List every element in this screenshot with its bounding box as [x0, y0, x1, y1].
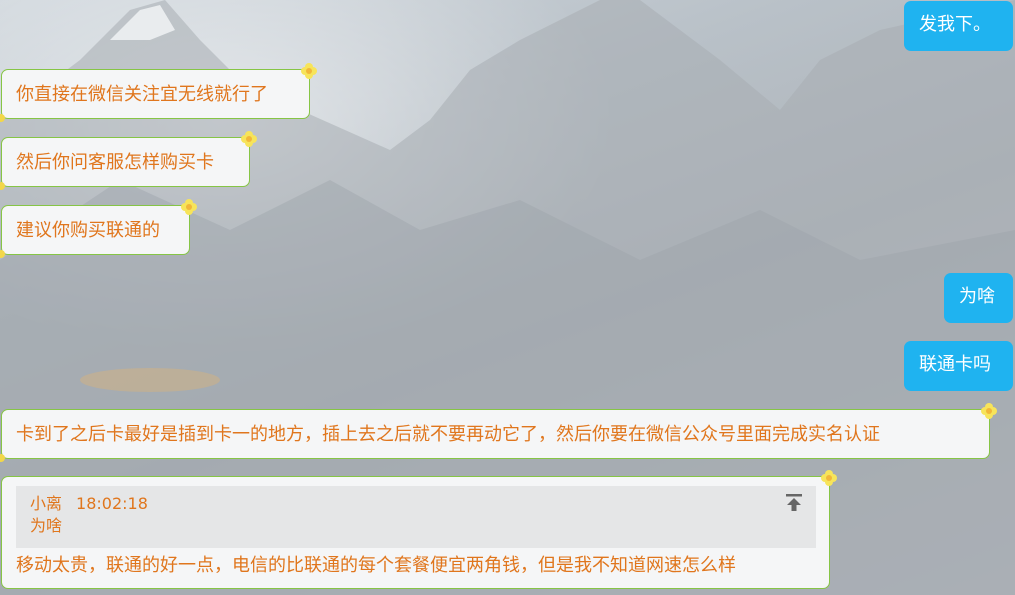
incoming-message[interactable]: 建议你购买联通的: [0, 199, 197, 258]
incoming-message[interactable]: 你直接在微信关注宜无线就行了: [0, 63, 317, 122]
flower-bud-icon: [0, 454, 5, 462]
quote-text: 为啥: [30, 516, 63, 535]
incoming-reply-message[interactable]: 小离 18:02:18 为啥 移动太贵，联通的好一点，电信的比联通的每个套餐便宜两…: [1, 470, 837, 589]
outgoing-message[interactable]: 为啥: [944, 273, 1013, 323]
outgoing-message[interactable]: 联通卡吗: [904, 341, 1013, 391]
message-text: 联通卡吗: [919, 354, 991, 375]
message-text: 为啥: [959, 286, 995, 307]
flower-icon: [301, 63, 317, 79]
quote-sender: 小离: [30, 494, 63, 513]
flower-bud-icon: [0, 114, 5, 122]
quote-meta: 小离 18:02:18: [30, 493, 802, 515]
message-text: 你直接在微信关注宜无线就行了: [16, 84, 268, 105]
quote-time: 18:02:18: [76, 494, 148, 513]
pin-to-top-icon[interactable]: [786, 494, 802, 512]
outgoing-message[interactable]: 发我下。: [904, 1, 1013, 51]
message-text: 然后你问客服怎样购买卡: [16, 152, 214, 173]
flower-icon: [821, 470, 837, 486]
flower-icon: [181, 199, 197, 215]
incoming-message[interactable]: 然后你问客服怎样购买卡: [0, 131, 257, 190]
flower-bud-icon: [0, 182, 5, 190]
message-text: 卡到了之后卡最好是插到卡一的地方，插上去之后就不要再动它了，然后你要在微信公众号…: [16, 424, 880, 445]
quoted-message[interactable]: 小离 18:02:18 为啥: [16, 486, 816, 548]
flower-icon: [241, 131, 257, 147]
incoming-message[interactable]: 卡到了之后卡最好是插到卡一的地方，插上去之后就不要再动它了，然后你要在微信公众号…: [0, 403, 997, 462]
flower-icon: [981, 403, 997, 419]
message-text: 发我下。: [919, 14, 991, 35]
message-text: 建议你购买联通的: [16, 220, 160, 241]
message-text: 移动太贵，联通的好一点，电信的比联通的每个套餐便宜两角钱，但是我不知道网速怎么样: [16, 555, 736, 576]
flower-bud-icon: [0, 250, 5, 258]
